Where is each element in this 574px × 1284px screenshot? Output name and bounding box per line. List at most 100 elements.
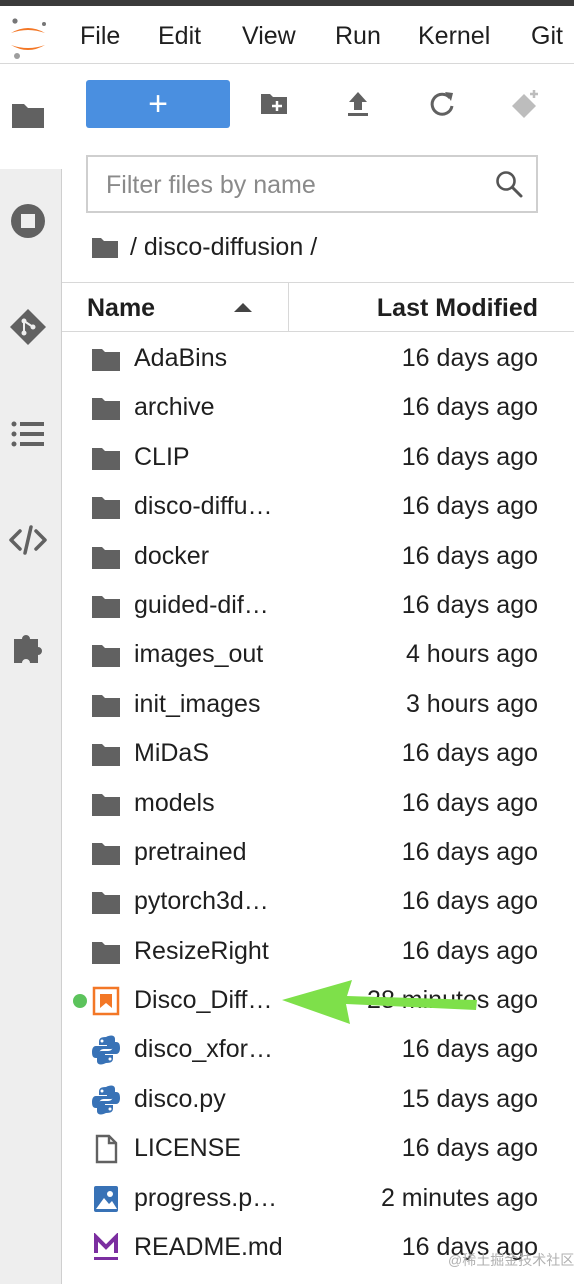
file-row[interactable]: AdaBins 16 days ago: [62, 334, 574, 383]
upload-icon[interactable]: [342, 88, 374, 120]
git-clone-icon[interactable]: [510, 88, 542, 120]
folder-icon: [90, 542, 122, 572]
file-name: guided-dif…: [134, 590, 269, 619]
file-modified: 16 days ago: [401, 442, 538, 471]
folder-icon: [90, 640, 122, 670]
refresh-icon[interactable]: [426, 88, 458, 120]
file-modified: 16 days ago: [401, 590, 538, 619]
folder-icon: [90, 690, 122, 720]
file-name: Disco_Diff…: [134, 986, 273, 1015]
file-modified: 16 days ago: [401, 492, 538, 521]
file-icon: [90, 1134, 122, 1164]
file-modified: 16 days ago: [401, 541, 538, 570]
file-name: CLIP: [134, 442, 190, 471]
file-name: README.md: [134, 1233, 283, 1262]
file-name: pytorch3d…: [134, 887, 269, 916]
notebook-icon: [90, 986, 122, 1016]
file-modified: 16 days ago: [401, 788, 538, 817]
annotation-arrow-icon: [282, 980, 477, 1024]
filter-box: [86, 155, 538, 213]
menu-kernel[interactable]: Kernel: [418, 22, 490, 51]
file-row[interactable]: LICENSE 16 days ago: [62, 1124, 574, 1173]
new-launcher-button[interactable]: +: [86, 80, 230, 128]
file-row[interactable]: pytorch3d… 16 days ago: [62, 877, 574, 926]
stop-circle-icon[interactable]: [8, 201, 48, 241]
file-row[interactable]: ResizeRight 16 days ago: [62, 927, 574, 976]
file-modified: 16 days ago: [401, 344, 538, 372]
file-row[interactable]: pretrained 16 days ago: [62, 828, 574, 877]
file-modified: 16 days ago: [401, 739, 538, 768]
git-icon[interactable]: [8, 307, 48, 347]
code-icon[interactable]: [8, 520, 48, 560]
image-file-icon: [90, 1184, 122, 1214]
filter-files-input[interactable]: [106, 167, 486, 203]
file-row[interactable]: init_images 3 hours ago: [62, 680, 574, 729]
column-name-label: Name: [87, 294, 156, 322]
markdown-file-icon: [90, 1233, 122, 1263]
file-modified: 16 days ago: [401, 1035, 538, 1064]
file-row[interactable]: disco_xfor… 16 days ago: [62, 1025, 574, 1074]
file-row[interactable]: archive 16 days ago: [62, 383, 574, 432]
menu-view[interactable]: View: [242, 22, 296, 51]
file-name: disco.py: [134, 1084, 226, 1113]
menu-edit[interactable]: Edit: [158, 22, 201, 51]
file-modified: 16 days ago: [401, 393, 538, 422]
file-name: ResizeRight: [134, 936, 269, 965]
file-modified: 16 days ago: [401, 1134, 538, 1163]
file-modified: 4 hours ago: [405, 640, 538, 669]
folder-icon: [90, 789, 122, 819]
folder-icon: [90, 492, 122, 522]
folder-icon: [90, 344, 122, 374]
file-row[interactable]: guided-dif… 16 days ago: [62, 581, 574, 630]
new-folder-icon[interactable]: [258, 88, 290, 120]
column-modified-header[interactable]: Last Modified: [377, 294, 538, 323]
file-name: disco-diffu…: [134, 492, 273, 521]
file-row[interactable]: CLIP 16 days ago: [62, 433, 574, 482]
menu-file[interactable]: File: [80, 22, 120, 51]
file-modified: 16 days ago: [401, 837, 538, 866]
left-activity-bar: [0, 65, 62, 1284]
sort-ascending-icon: [234, 303, 252, 312]
file-name: progress.p…: [134, 1183, 278, 1212]
puzzle-icon[interactable]: [8, 627, 48, 667]
python-file-icon: [90, 1035, 122, 1065]
file-row[interactable]: disco-diffu… 16 days ago: [62, 482, 574, 531]
folder-icon: [90, 443, 122, 473]
new-launcher-label: +: [148, 85, 168, 123]
breadcrumb-folder-icon[interactable]: [90, 233, 120, 261]
file-name: LICENSE: [134, 1134, 241, 1163]
file-list: AdaBins 16 days ago archive 16 days ago CLIP…: [62, 334, 574, 1272]
file-row[interactable]: MiDaS 16 days ago: [62, 729, 574, 778]
python-file-icon: [90, 1085, 122, 1115]
file-row[interactable]: models 16 days ago: [62, 779, 574, 828]
column-name-header[interactable]: Name: [62, 283, 289, 331]
breadcrumb: / disco-diffusion /: [90, 230, 317, 264]
file-name: images_out: [134, 640, 264, 669]
search-icon: [496, 171, 523, 198]
menu-run[interactable]: Run: [335, 22, 381, 51]
breadcrumb-path[interactable]: / disco-diffusion /: [130, 233, 317, 262]
file-name: pretrained: [134, 837, 247, 866]
folder-icon: [90, 739, 122, 769]
file-name: init_images: [134, 689, 261, 718]
file-name: disco_xfor…: [134, 1035, 273, 1064]
folder-icon: [90, 937, 122, 967]
folder-icon[interactable]: [8, 95, 48, 135]
file-name: models: [134, 788, 215, 817]
file-row[interactable]: disco.py 15 days ago: [62, 1075, 574, 1124]
file-list-header: Name Last Modified: [62, 282, 574, 332]
menu-git[interactable]: Git: [531, 22, 563, 51]
running-indicator-icon: [73, 994, 87, 1009]
file-row[interactable]: progress.p… 2 minutes ago: [62, 1174, 574, 1223]
list-icon[interactable]: [8, 414, 48, 454]
file-name: docker: [134, 541, 210, 570]
watermark: @稀土掘金技术社区: [448, 1252, 574, 1268]
file-name: archive: [134, 393, 215, 422]
file-row[interactable]: images_out 4 hours ago: [62, 630, 574, 679]
file-row[interactable]: docker 16 days ago: [62, 532, 574, 581]
file-modified: 2 minutes ago: [380, 1183, 538, 1212]
jupyter-logo-icon: [11, 18, 46, 59]
file-modified: 16 days ago: [401, 887, 538, 916]
file-modified: 15 days ago: [401, 1084, 538, 1113]
folder-icon: [90, 591, 122, 621]
